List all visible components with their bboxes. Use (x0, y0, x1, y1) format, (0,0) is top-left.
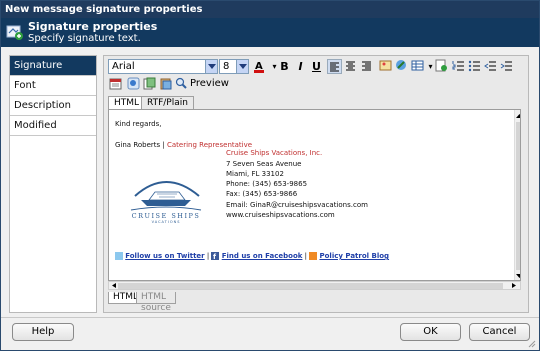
signature-website: www.cruiseshipsvacations.com (226, 211, 335, 219)
cut-icon[interactable] (126, 77, 141, 92)
signature-fax: Fax: (345) 653-9866 (226, 190, 298, 198)
signature-company: Cruise Ships Vacations, Inc. (226, 149, 323, 157)
bold-button[interactable]: B (277, 59, 292, 74)
cruise-ships-logo: CRUISE SHIPS VACATIONS (130, 181, 202, 224)
signature-phone: Phone: (345) 653-9865 (226, 180, 308, 188)
preview-icon[interactable] (174, 77, 189, 92)
social-links-line: Follow us on Twitter | f Find us on Face… (115, 252, 389, 261)
signature-name-line: Gina Roberts | Catering Representative (115, 141, 252, 149)
chevron-down-icon (236, 60, 248, 73)
horizontal-scrollbar[interactable] (108, 281, 521, 290)
indent-button[interactable] (499, 59, 514, 74)
blog-link[interactable]: Policy Patrol Blog (319, 252, 389, 260)
insert-field-icon[interactable] (434, 59, 449, 74)
bullet-list-button[interactable] (467, 59, 482, 74)
signature-separator: | (162, 141, 165, 149)
dialog-window: New message signature properties Signatu… (0, 0, 540, 351)
insert-link-icon[interactable] (394, 59, 409, 74)
ok-button[interactable]: OK (400, 323, 461, 341)
dialog-footer: Help OK Cancel (1, 317, 539, 350)
numbered-list-button[interactable] (451, 59, 466, 74)
insert-image-icon[interactable] (378, 59, 393, 74)
cancel-button[interactable]: Cancel (469, 323, 530, 341)
calendar-icon[interactable] (108, 77, 123, 92)
sidebar-item-font[interactable]: Font (10, 76, 96, 96)
twitter-icon (115, 252, 123, 260)
scroll-left-icon[interactable] (110, 282, 118, 289)
header-title: Signature properties (28, 20, 158, 33)
chevron-down-icon (205, 60, 217, 73)
align-left-button[interactable] (327, 59, 342, 74)
font-family-select[interactable]: Arial (108, 59, 218, 74)
signature-document[interactable]: Kind regards, Gina Roberts | Catering Re… (108, 109, 521, 281)
signature-name: Gina Roberts (115, 141, 161, 149)
font-size-select[interactable]: 8 (219, 59, 249, 74)
scroll-down-icon[interactable] (515, 272, 521, 280)
signature-address1: 7 Seven Seas Avenue (226, 160, 302, 168)
sidebar-item-modified[interactable]: Modified (10, 116, 96, 136)
font-size-value: 8 (223, 61, 230, 72)
align-right-button[interactable] (359, 59, 374, 74)
sidebar-item-description[interactable]: Description (10, 96, 96, 116)
sidebar-item-signature[interactable]: Signature (10, 56, 96, 76)
scroll-right-icon[interactable] (510, 282, 518, 289)
help-button[interactable]: Help (12, 323, 74, 341)
twitter-link[interactable]: Follow us on Twitter (125, 252, 204, 260)
italic-button[interactable]: I (293, 59, 308, 74)
signature-email: Email: GinaR@cruiseshipsvacations.com (226, 201, 368, 209)
underline-button[interactable]: U (309, 59, 324, 74)
tab-html[interactable]: HTML (108, 96, 146, 109)
scroll-up-icon[interactable] (515, 112, 521, 120)
signature-greeting: Kind regards, (115, 120, 162, 128)
vertical-scrollbar[interactable] (514, 110, 521, 280)
outdent-button[interactable] (483, 59, 498, 74)
paste-icon[interactable] (158, 77, 173, 92)
tab-rtf-plain[interactable]: RTF/Plain (141, 96, 194, 109)
facebook-icon: f (211, 252, 220, 261)
logo-subtext: VACATIONS (152, 220, 181, 224)
font-color-button[interactable]: A (252, 59, 267, 74)
logo-text: CRUISE SHIPS (132, 212, 201, 220)
signature-address2: Miami, FL 33102 (226, 170, 284, 178)
formatting-toolbar: Arial 8 A ▾ B I U ▾ (106, 59, 526, 75)
copy-icon[interactable] (142, 77, 157, 92)
tab-html-source[interactable]: HTML source (136, 292, 176, 313)
vertical-scroll-thumb[interactable] (516, 122, 520, 270)
facebook-link[interactable]: Find us on Facebook (222, 252, 303, 260)
align-center-button[interactable] (343, 59, 358, 74)
window-title: New message signature properties (1, 1, 539, 18)
sidebar: Signature Font Description Modified (9, 55, 97, 313)
signature-editor: Arial 8 A ▾ B I U ▾ Preview HTML RTF/Pla… (103, 55, 529, 313)
dialog-content: Signature Font Description Modified Aria… (1, 47, 539, 317)
signature-role: Catering Representative (167, 141, 253, 149)
preview-button[interactable]: Preview (190, 78, 229, 89)
horizontal-scroll-thumb[interactable] (118, 283, 503, 289)
blog-icon (309, 252, 318, 260)
resize-grip-icon[interactable] (526, 338, 536, 348)
signature-properties-icon (6, 25, 23, 40)
dialog-header: Signature properties Specify signature t… (1, 18, 539, 47)
header-subtitle: Specify signature text. (28, 33, 141, 44)
secondary-toolbar: Preview (106, 77, 526, 93)
font-family-value: Arial (112, 61, 135, 72)
